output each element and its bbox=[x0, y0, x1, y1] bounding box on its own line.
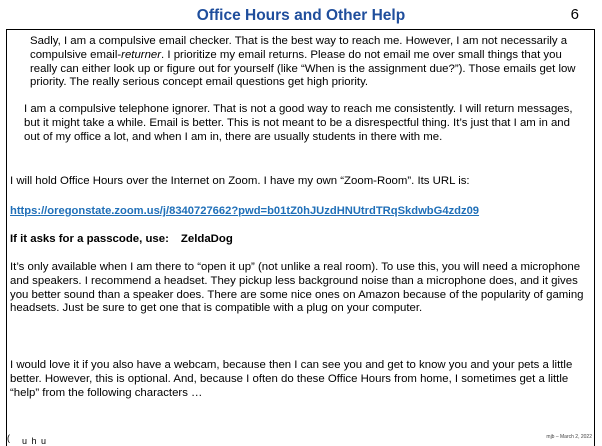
webcam-paragraph: I would love it if you also have a webca… bbox=[10, 359, 573, 399]
passcode-line: If it asks for a passcode, use: ZeldaDog bbox=[10, 233, 233, 245]
frame-top-rule bbox=[6, 29, 595, 30]
frame-right-rule bbox=[594, 29, 595, 446]
email-paragraph-emphasis: returner bbox=[121, 48, 162, 61]
page-number: 6 bbox=[570, 6, 579, 23]
zoom-intro-paragraph: I will hold Office Hours over the Intern… bbox=[10, 175, 470, 187]
footer-cutoff-text: u h u bbox=[22, 436, 48, 446]
email-paragraph: Sadly, I am a compulsive email checker. … bbox=[30, 35, 582, 90]
headset-paragraph: It’s only available when I am there to “… bbox=[10, 261, 584, 315]
zoom-room-link[interactable]: https://oregonstate.zoom.us/j/8340727662… bbox=[10, 205, 479, 217]
telephone-paragraph: I am a compulsive telephone ignorer. Tha… bbox=[24, 103, 573, 143]
passcode-label: If it asks for a passcode, use: bbox=[10, 233, 169, 245]
footer-mark: ( bbox=[7, 433, 10, 443]
passcode-value: ZeldaDog bbox=[180, 233, 233, 245]
frame-left-rule bbox=[6, 29, 7, 446]
footer-credit: mjb – March 2, 2022 bbox=[546, 434, 592, 440]
slide: Office Hours and Other Help 6 Sadly, I a… bbox=[0, 0, 602, 446]
page-title: Office Hours and Other Help bbox=[196, 7, 406, 24]
